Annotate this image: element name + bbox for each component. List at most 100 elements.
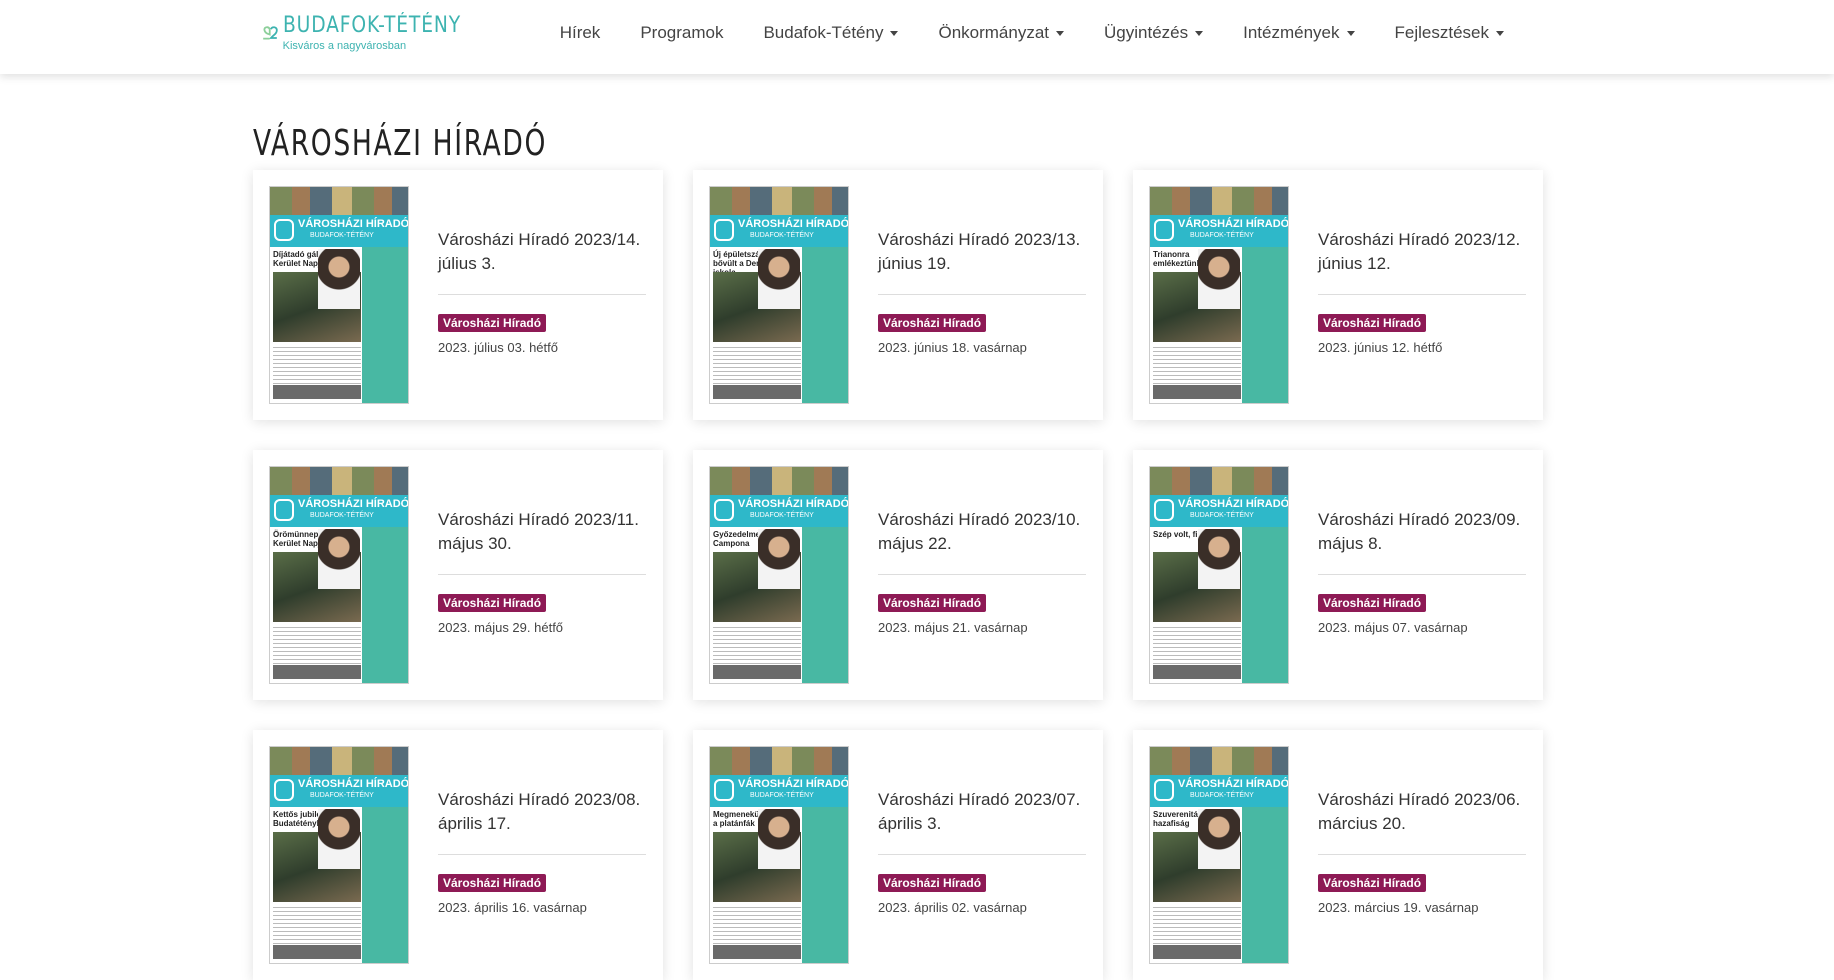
- cover-masthead-title: VÁROSHÁZI HÍRADÓ: [738, 218, 849, 230]
- news-card[interactable]: VÁROSHÁZI HÍRADÓ BUDAFOK-TÉTÉNY Szuveren…: [1133, 730, 1543, 980]
- nav-item-label: Programok: [640, 23, 724, 42]
- cover-photo-strip: [270, 467, 408, 495]
- card-title[interactable]: Városházi Híradó 2023/09. május 8.: [1318, 508, 1523, 556]
- cover-masthead-title: VÁROSHÁZI HÍRADÓ: [738, 778, 849, 790]
- cover-text-lines: [1153, 627, 1241, 667]
- nav-item-2[interactable]: Budafok-Tétény: [743, 20, 918, 46]
- cover-sidebar: [802, 247, 848, 403]
- card-title[interactable]: Városházi Híradó 2023/13. június 19.: [878, 228, 1083, 276]
- cover-logo-icon: [714, 499, 734, 521]
- caret-down-icon: [1195, 31, 1204, 37]
- site-logo[interactable]: BUDAFOK-TÉTÉNY Kisváros a nagyvárosban: [262, 8, 492, 58]
- cover-thumbnail[interactable]: VÁROSHÁZI HÍRADÓ BUDAFOK-TÉTÉNY Szép vol…: [1149, 466, 1289, 684]
- cover-text-lines: [273, 907, 361, 947]
- brand-name: BUDAFOK-TÉTÉNY: [282, 13, 461, 38]
- nav-item-4[interactable]: Ügyintézés: [1084, 20, 1223, 46]
- cover-sidebar: [362, 247, 408, 403]
- cover-sidebar: [1242, 807, 1288, 963]
- cover-thumbnail[interactable]: VÁROSHÁZI HÍRADÓ BUDAFOK-TÉTÉNY Szuveren…: [1149, 746, 1289, 964]
- cover-sidebar: [802, 807, 848, 963]
- category-badge[interactable]: Városházi Híradó: [878, 594, 987, 612]
- card-title[interactable]: Városházi Híradó 2023/08. április 17.: [438, 788, 643, 836]
- cover-text-lines: [713, 627, 801, 667]
- cover-sidebar: [802, 527, 848, 683]
- cover-thumbnail[interactable]: VÁROSHÁZI HÍRADÓ BUDAFOK-TÉTÉNY Örömünne…: [269, 466, 409, 684]
- cover-portrait: [758, 809, 800, 869]
- cover-masthead: VÁROSHÁZI HÍRADÓ BUDAFOK-TÉTÉNY: [710, 215, 848, 247]
- category-badge[interactable]: Városházi Híradó: [1318, 314, 1427, 332]
- card-divider: [878, 854, 1086, 855]
- nav-item-5[interactable]: Intézmények: [1223, 20, 1374, 46]
- cover-text-lines: [273, 347, 361, 387]
- cover-masthead-title: VÁROSHÁZI HÍRADÓ: [1178, 778, 1289, 790]
- cover-masthead: VÁROSHÁZI HÍRADÓ BUDAFOK-TÉTÉNY: [710, 495, 848, 527]
- card-divider: [438, 854, 646, 855]
- card-date: 2023. május 29. hétfő: [438, 620, 564, 635]
- card-date: 2023. július 03. hétfő: [438, 340, 558, 355]
- card-divider: [438, 574, 646, 575]
- cover-text-lines: [713, 347, 801, 387]
- category-badge[interactable]: Városházi Híradó: [438, 594, 547, 612]
- cover-photo-strip: [710, 467, 848, 495]
- cover-bottom-photo: [713, 945, 801, 959]
- cover-logo-icon: [1154, 779, 1174, 801]
- cover-logo-icon: [714, 779, 734, 801]
- card-title[interactable]: Városházi Híradó 2023/14. július 3.: [438, 228, 643, 276]
- caret-down-icon: [1496, 31, 1504, 37]
- cover-masthead: VÁROSHÁZI HÍRADÓ BUDAFOK-TÉTÉNY: [1150, 215, 1288, 247]
- category-badge[interactable]: Városházi Híradó: [878, 874, 987, 892]
- cover-photo-strip: [1150, 747, 1288, 775]
- news-card[interactable]: VÁROSHÁZI HÍRADÓ BUDAFOK-TÉTÉNY Örömünne…: [253, 450, 663, 700]
- card-title[interactable]: Városházi Híradó 2023/12. június 12.: [1318, 228, 1523, 276]
- cover-bottom-photo: [713, 665, 801, 679]
- category-badge[interactable]: Városházi Híradó: [1318, 874, 1427, 892]
- main-nav: Hírek Programok Budafok-Tétény Önkormányzat…: [540, 20, 1524, 46]
- cover-thumbnail[interactable]: VÁROSHÁZI HÍRADÓ BUDAFOK-TÉTÉNY Győzedel…: [709, 466, 849, 684]
- cover-masthead-sub: BUDAFOK-TÉTÉNY: [310, 512, 374, 519]
- cover-thumbnail[interactable]: VÁROSHÁZI HÍRADÓ BUDAFOK-TÉTÉNY Kettős j…: [269, 746, 409, 964]
- card-title[interactable]: Városházi Híradó 2023/07. április 3.: [878, 788, 1083, 836]
- nav-item-6[interactable]: Fejlesztések: [1375, 20, 1524, 46]
- news-card[interactable]: VÁROSHÁZI HÍRADÓ BUDAFOK-TÉTÉNY Szép vol…: [1133, 450, 1543, 700]
- cover-portrait: [318, 529, 360, 589]
- news-card[interactable]: VÁROSHÁZI HÍRADÓ BUDAFOK-TÉTÉNY Megmenek…: [693, 730, 1103, 980]
- cover-photo-strip: [710, 187, 848, 215]
- news-card[interactable]: VÁROSHÁZI HÍRADÓ BUDAFOK-TÉTÉNY Kettős j…: [253, 730, 663, 980]
- cover-masthead: VÁROSHÁZI HÍRADÓ BUDAFOK-TÉTÉNY: [270, 775, 408, 807]
- news-card[interactable]: VÁROSHÁZI HÍRADÓ BUDAFOK-TÉTÉNY Trianonr…: [1133, 170, 1543, 420]
- cover-masthead-sub: BUDAFOK-TÉTÉNY: [750, 512, 814, 519]
- cover-bottom-photo: [273, 945, 361, 959]
- cover-masthead: VÁROSHÁZI HÍRADÓ BUDAFOK-TÉTÉNY: [710, 775, 848, 807]
- cover-masthead-title: VÁROSHÁZI HÍRADÓ: [298, 778, 409, 790]
- card-divider: [1318, 574, 1526, 575]
- cover-photo-strip: [1150, 187, 1288, 215]
- nav-item-0[interactable]: Hírek: [540, 20, 621, 46]
- cover-thumbnail[interactable]: VÁROSHÁZI HÍRADÓ BUDAFOK-TÉTÉNY Díjátadó…: [269, 186, 409, 404]
- cover-portrait: [318, 809, 360, 869]
- cover-masthead: VÁROSHÁZI HÍRADÓ BUDAFOK-TÉTÉNY: [270, 215, 408, 247]
- news-card[interactable]: VÁROSHÁZI HÍRADÓ BUDAFOK-TÉTÉNY Díjátadó…: [253, 170, 663, 420]
- cover-bottom-photo: [1153, 665, 1241, 679]
- category-badge[interactable]: Városházi Híradó: [878, 314, 987, 332]
- card-divider: [878, 574, 1086, 575]
- card-title[interactable]: Városházi Híradó 2023/11. május 30.: [438, 508, 643, 556]
- cover-text-lines: [273, 627, 361, 667]
- category-badge[interactable]: Városházi Híradó: [438, 314, 547, 332]
- news-card[interactable]: VÁROSHÁZI HÍRADÓ BUDAFOK-TÉTÉNY Új épüle…: [693, 170, 1103, 420]
- news-card[interactable]: VÁROSHÁZI HÍRADÓ BUDAFOK-TÉTÉNY Győzedel…: [693, 450, 1103, 700]
- caret-down-icon: [890, 31, 899, 37]
- nav-item-3[interactable]: Önkormányzat: [918, 20, 1084, 46]
- cover-thumbnail[interactable]: VÁROSHÁZI HÍRADÓ BUDAFOK-TÉTÉNY Új épüle…: [709, 186, 849, 404]
- nav-item-1[interactable]: Programok: [620, 20, 743, 46]
- card-title[interactable]: Városházi Híradó 2023/06. március 20.: [1318, 788, 1523, 836]
- cover-masthead-sub: BUDAFOK-TÉTÉNY: [1190, 512, 1254, 519]
- category-badge[interactable]: Városházi Híradó: [1318, 594, 1427, 612]
- cover-thumbnail[interactable]: VÁROSHÁZI HÍRADÓ BUDAFOK-TÉTÉNY Megmenek…: [709, 746, 849, 964]
- card-title[interactable]: Városházi Híradó 2023/10. május 22.: [878, 508, 1083, 556]
- cover-bottom-photo: [273, 665, 361, 679]
- cover-thumbnail[interactable]: VÁROSHÁZI HÍRADÓ BUDAFOK-TÉTÉNY Trianonr…: [1149, 186, 1289, 404]
- category-badge[interactable]: Városházi Híradó: [438, 874, 547, 892]
- cover-logo-icon: [1154, 219, 1174, 241]
- cover-masthead-sub: BUDAFOK-TÉTÉNY: [310, 232, 374, 239]
- cover-masthead-sub: BUDAFOK-TÉTÉNY: [750, 232, 814, 239]
